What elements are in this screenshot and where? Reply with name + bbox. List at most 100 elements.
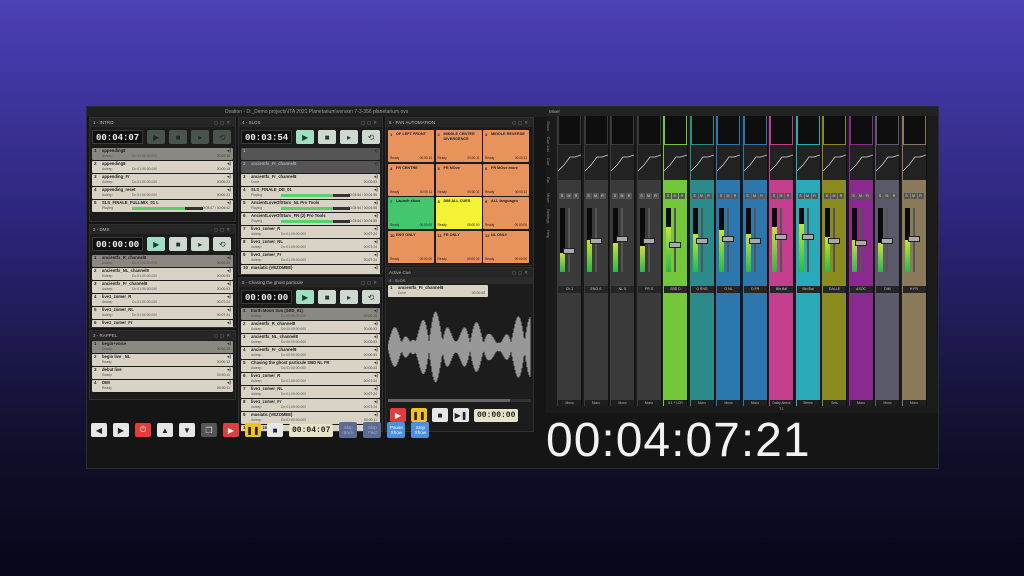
solo-button[interactable]: M — [804, 193, 811, 199]
reset-button[interactable]: ⟲ — [362, 290, 380, 304]
skip-back-button[interactable]: Skip Back — [339, 422, 358, 438]
stop-button[interactable]: ■ — [169, 130, 188, 144]
solo-button[interactable]: M — [698, 193, 705, 199]
skip-forward-button[interactable]: Skip Fwd — [363, 422, 382, 438]
automation-pad[interactable]: 4 FR CENTRE Ready 00:00:11 — [388, 163, 434, 196]
strip-output[interactable]: Dolby Atmos 7.1 — [770, 400, 793, 411]
strip-eq[interactable] — [690, 145, 714, 180]
play-button[interactable]: ▶ — [223, 423, 239, 437]
record-button[interactable]: R — [811, 193, 818, 199]
active-cue-row[interactable]: 1 ancientfx_Fr_channel8 Done 00:00:00 — [388, 285, 488, 297]
strip-eq[interactable] — [796, 145, 820, 180]
record-button[interactable]: R — [705, 193, 712, 199]
strip-output[interactable]: Mono — [743, 400, 767, 406]
cue-row[interactable]: 5 AncientLoveOfStars_NL Pro Tools Playing 0… — [241, 200, 380, 212]
strip-output[interactable]: Mono — [584, 400, 608, 406]
fader-handle[interactable] — [669, 242, 681, 248]
cue-row[interactable]: 5 SLS_FINALE_FULLMIX_01 L Playing 00:03:07 … — [92, 200, 233, 212]
record-button[interactable]: R — [599, 193, 606, 199]
next-button[interactable]: ▸ — [340, 290, 359, 304]
mixer-tab[interactable]: Ext — [546, 171, 551, 189]
pause-button[interactable]: ❚❚ — [245, 423, 261, 437]
cue-row[interactable]: 1 Done ◂) — [241, 148, 380, 160]
strip-eq[interactable] — [584, 145, 608, 180]
copy-icon[interactable]: ❐ — [201, 423, 217, 437]
mute-button[interactable]: S — [771, 193, 777, 199]
strip-output[interactable]: Mono — [849, 400, 873, 406]
strip-eq[interactable] — [664, 145, 687, 180]
cue-row[interactable]: 4 appending_reset Asleep Do 01:00:00.000 00:… — [92, 187, 233, 199]
cue-row[interactable]: 7 live1_zomer_R Asleep Do 01:00:00.000 00:07… — [241, 226, 380, 238]
stop-button[interactable]: ■ — [169, 237, 188, 251]
automation-pad[interactable]: 2 MIDDLE CENTER DIVERGENCE Ready 00:00:11 — [435, 130, 482, 162]
cue-row[interactable]: 6 AncientLoveOfStars_FR (2) Pro Tools Play… — [241, 213, 380, 225]
fader-handle[interactable] — [563, 248, 575, 254]
mixer-tab[interactable]: Cue — [546, 153, 551, 171]
fader-handle[interactable] — [695, 238, 708, 244]
cue-row[interactable]: 4 live1_zomer_R Asleep Do 01:00:00.000 00:07… — [92, 294, 233, 306]
automation-pad[interactable]: 1 OF LEFT FRONT Ready 00:00:10 — [388, 130, 434, 162]
cue-row[interactable]: 3 ancientfx_Fr_channel8 Done 00:00:53 ◂) — [241, 174, 380, 186]
solo-button[interactable]: M — [619, 193, 625, 199]
cue-row[interactable]: 6 live1_zomer_R Asleep Do 01:00:00.000 00:07… — [241, 373, 380, 385]
solo-button[interactable]: M — [857, 193, 864, 199]
fader-handle[interactable] — [828, 238, 840, 244]
mute-button[interactable]: S — [797, 193, 804, 199]
automation-pad[interactable]: 11 FR ONLY Ready 00:00:00 — [435, 230, 482, 263]
cue-row[interactable]: 8 live1_zomer_Fr Asleep Do 01:00:00.000 00:0… — [241, 399, 380, 411]
stop-button[interactable]: ■ — [318, 290, 337, 304]
cue-row[interactable]: 2 ancientfx_NL_channel8 Asleep Do 01:00:00.… — [92, 268, 233, 280]
cue-row[interactable]: 5 live1_zomer_NL Asleep Do 01:00:00.000 00:0… — [92, 307, 233, 319]
strip-output[interactable]: Mono — [558, 400, 581, 406]
cue-row[interactable]: 6 live1_zomer_Fr Asleep ◂) — [92, 320, 233, 327]
strip-output[interactable]: 5.1 + LCR — [664, 400, 687, 406]
play-button[interactable]: ▶ — [147, 130, 166, 144]
cue-row[interactable]: 3 ancientfx_NL_channel8 Asleep Do 00:00:00.… — [241, 334, 380, 346]
automation-pad[interactable]: 12 NL ONLY Ready 00:00:00 — [483, 230, 529, 263]
fader-handle[interactable] — [907, 236, 920, 242]
fader-handle[interactable] — [589, 238, 602, 244]
mixer-tab[interactable]: Show — [546, 117, 551, 135]
solo-button[interactable]: M — [910, 193, 917, 199]
cue-row[interactable]: 1 Earth Moon Sun (SBD_01) Asleep Do 00:00:0… — [241, 308, 380, 320]
solo-button[interactable]: M — [725, 193, 731, 199]
power-icon[interactable]: ⏻ — [135, 423, 151, 437]
strip-output[interactable]: Sets — [823, 400, 846, 406]
fader-handle[interactable] — [801, 234, 814, 240]
mute-button[interactable]: S — [691, 193, 698, 199]
cue-row[interactable]: 4 SLS_FINALE_DE_01 Playing 00:03:54 / 00:04… — [241, 187, 380, 199]
play-button[interactable]: ▶ — [296, 130, 315, 144]
fader-handle[interactable] — [881, 238, 893, 244]
strip-output[interactable]: Mono — [611, 400, 634, 406]
record-button[interactable]: R — [652, 193, 659, 199]
cue-row[interactable]: 9 live1_zomer_Fr Asleep Do 01:00:00.000 00:0… — [241, 252, 380, 264]
mixer-tab[interactable]: Mixer — [546, 189, 551, 207]
next-button[interactable]: ▸ — [191, 130, 210, 144]
strip-output[interactable]: Mono — [637, 400, 661, 406]
record-button[interactable]: R — [732, 193, 738, 199]
cue-row[interactable]: 2 appending8 Asleep Do 01:00:00.000 00:00:18… — [92, 161, 233, 173]
strip-output[interactable]: Mono — [717, 400, 740, 406]
reset-button[interactable]: ⟲ — [362, 130, 380, 144]
strip-eq[interactable] — [637, 145, 661, 180]
reset-button[interactable]: ⟲ — [213, 130, 232, 144]
record-button[interactable]: R — [917, 193, 924, 199]
mute-button[interactable]: S — [718, 193, 724, 199]
strip-output[interactable]: Mono — [690, 400, 714, 406]
stop-button[interactable]: ■ — [432, 408, 448, 422]
strip-eq[interactable] — [717, 145, 740, 180]
up-button[interactable]: ▲ — [157, 423, 173, 437]
mixer-tab[interactable]: Cue List — [546, 135, 551, 153]
solo-button[interactable]: M — [751, 193, 758, 199]
mute-button[interactable]: S — [824, 193, 830, 199]
cue-row[interactable]: 1 begin+voice Ready 00:00:15 ◂) — [92, 341, 233, 353]
record-button[interactable]: R — [626, 193, 632, 199]
cue-row[interactable]: 7 live1_zomer_NL Asleep Do 01:00:00.000 00:0… — [241, 386, 380, 398]
mute-button[interactable]: S — [638, 193, 645, 199]
automation-pad[interactable]: 9 ALL languages Ready 00:00:00 — [483, 197, 529, 229]
strip-eq[interactable] — [743, 145, 767, 180]
position-scrollbar[interactable] — [388, 399, 531, 402]
stop-show-button[interactable]: Stop Show — [411, 422, 430, 438]
previous-button[interactable]: ◀ — [91, 423, 107, 437]
mute-button[interactable]: S — [665, 193, 671, 199]
